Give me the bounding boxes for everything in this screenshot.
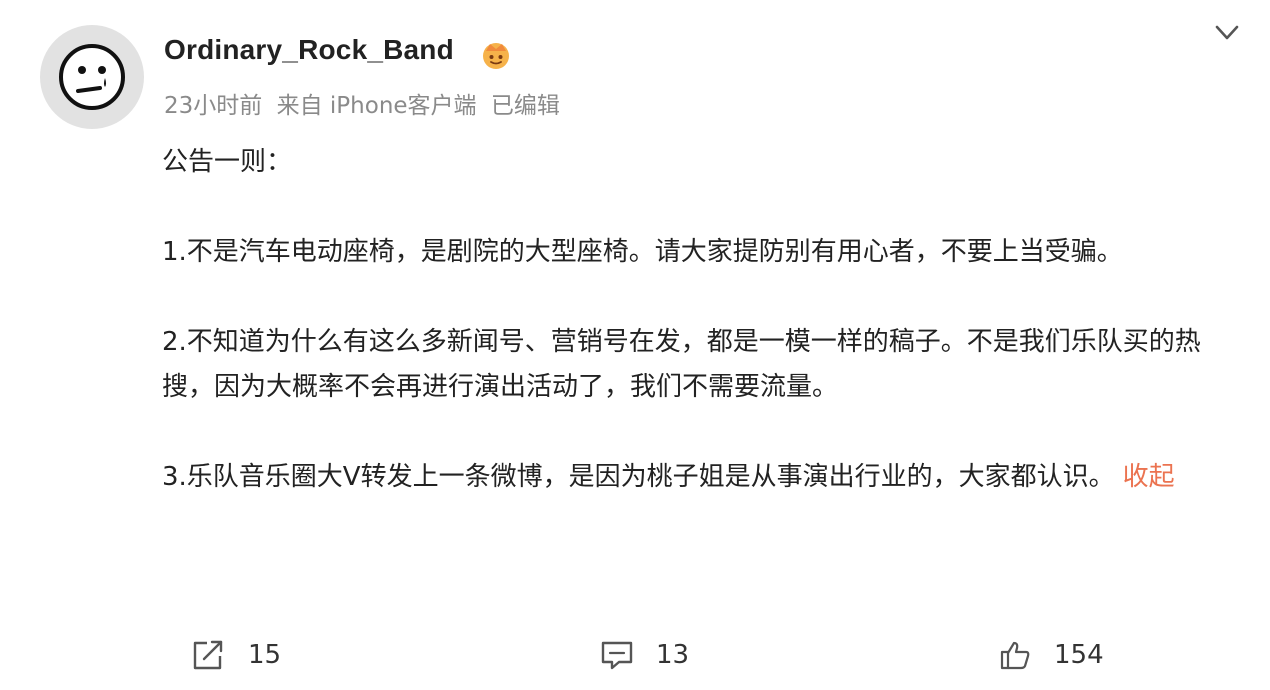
repost-count: 15 [248, 640, 282, 670]
post-meta: 23小时前 来自 iPhone客户端 已编辑 [164, 86, 567, 120]
post-source: 来自 iPhone客户端 [276, 93, 477, 119]
like-count: 154 [1054, 640, 1104, 670]
collapse-link[interactable]: 收起 [1123, 462, 1175, 492]
comment-icon [601, 641, 633, 670]
post-paragraph-1: 1.不是汽车电动座椅，是剧院的大型座椅。请大家提防别有用心者，不要上当受骗。 [162, 237, 1123, 267]
edited-label[interactable]: 已编辑 [491, 93, 560, 119]
announcement-title: 公告一则： [162, 147, 293, 177]
repost-button[interactable]: 15 [190, 633, 281, 677]
repost-icon [193, 640, 223, 670]
comment-button[interactable]: 13 [600, 633, 689, 677]
sad-face-icon [59, 44, 125, 110]
post-content: 公告一则： 1.不是汽车电动座椅，是剧院的大型座椅。请大家提防别有用心者，不要上… [162, 140, 1247, 545]
thumbs-up-icon [1000, 641, 1030, 670]
comment-count: 13 [656, 640, 690, 670]
post-paragraph-2: 2.不知道为什么有这么多新闻号、营销号在发，都是一模一样的稿子。不是我们乐队买的… [162, 327, 1201, 402]
post-time[interactable]: 23小时前 [164, 93, 262, 119]
post-paragraph-3-text: 3.乐队音乐圈大V转发上一条微博，是因为桃子姐是从事演出行业的，大家都认识。 [162, 462, 1115, 492]
like-button[interactable]: 154 [998, 633, 1104, 677]
post-paragraph-3: 3.乐队音乐圈大V转发上一条微博，是因为桃子姐是从事演出行业的，大家都认识。 收起 [162, 455, 1247, 500]
chevron-down-icon[interactable] [1210, 18, 1244, 48]
username[interactable]: Ordinary_Rock_Band [164, 34, 454, 66]
crown-badge-icon [483, 43, 509, 69]
avatar[interactable] [40, 25, 144, 129]
